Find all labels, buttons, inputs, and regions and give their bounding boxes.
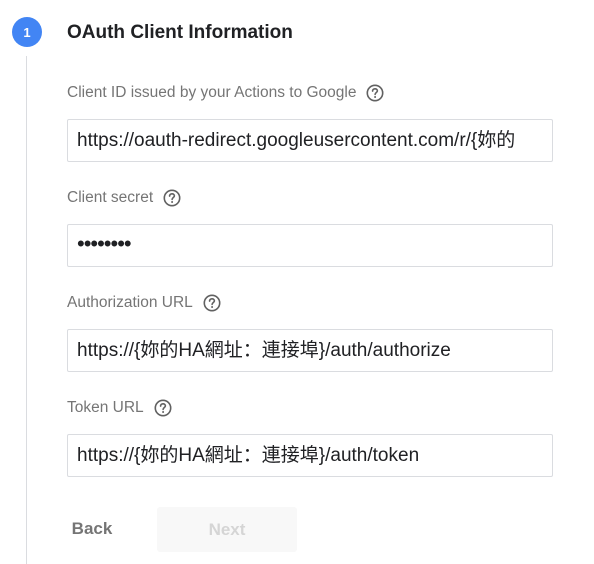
step-number: 1 <box>23 24 31 40</box>
client-secret-label: Client secret <box>67 189 154 206</box>
authorization-url-value: https://{妳的HA網址：連接埠}/auth/authorize <box>77 340 451 361</box>
authorization-url-label-row: Authorization URL <box>67 294 221 312</box>
token-url-field[interactable]: https://{妳的HA網址：連接埠}/auth/token <box>67 434 553 477</box>
step-number-badge: 1 <box>12 17 42 47</box>
back-button[interactable]: Back <box>58 507 126 551</box>
token-url-label: Token URL <box>67 399 144 416</box>
step-title: OAuth Client Information <box>67 22 293 43</box>
oauth-client-step: 1 OAuth Client Information Client ID iss… <box>0 0 594 564</box>
token-url-value: https://{妳的HA網址：連接埠}/auth/token <box>77 445 420 466</box>
client-secret-field[interactable]: •••••••• <box>67 224 553 267</box>
help-circle-icon[interactable] <box>366 84 384 102</box>
authorization-url-field[interactable]: https://{妳的HA網址：連接埠}/auth/authorize <box>67 329 553 372</box>
help-circle-icon[interactable] <box>203 294 221 312</box>
client-id-value: https://oauth-redirect.googleusercontent… <box>77 130 516 151</box>
next-button[interactable]: Next <box>157 507 297 552</box>
help-circle-icon[interactable] <box>154 399 172 417</box>
client-id-label: Client ID issued by your Actions to Goog… <box>67 84 357 101</box>
client-id-label-row: Client ID issued by your Actions to Goog… <box>67 84 384 102</box>
client-id-field[interactable]: https://oauth-redirect.googleusercontent… <box>67 119 553 162</box>
token-url-label-row: Token URL <box>67 399 172 417</box>
step-connector-line <box>26 56 27 564</box>
client-secret-label-row: Client secret <box>67 189 181 207</box>
authorization-url-label: Authorization URL <box>67 294 193 311</box>
client-secret-value: •••••••• <box>77 231 132 256</box>
help-circle-icon[interactable] <box>163 189 181 207</box>
